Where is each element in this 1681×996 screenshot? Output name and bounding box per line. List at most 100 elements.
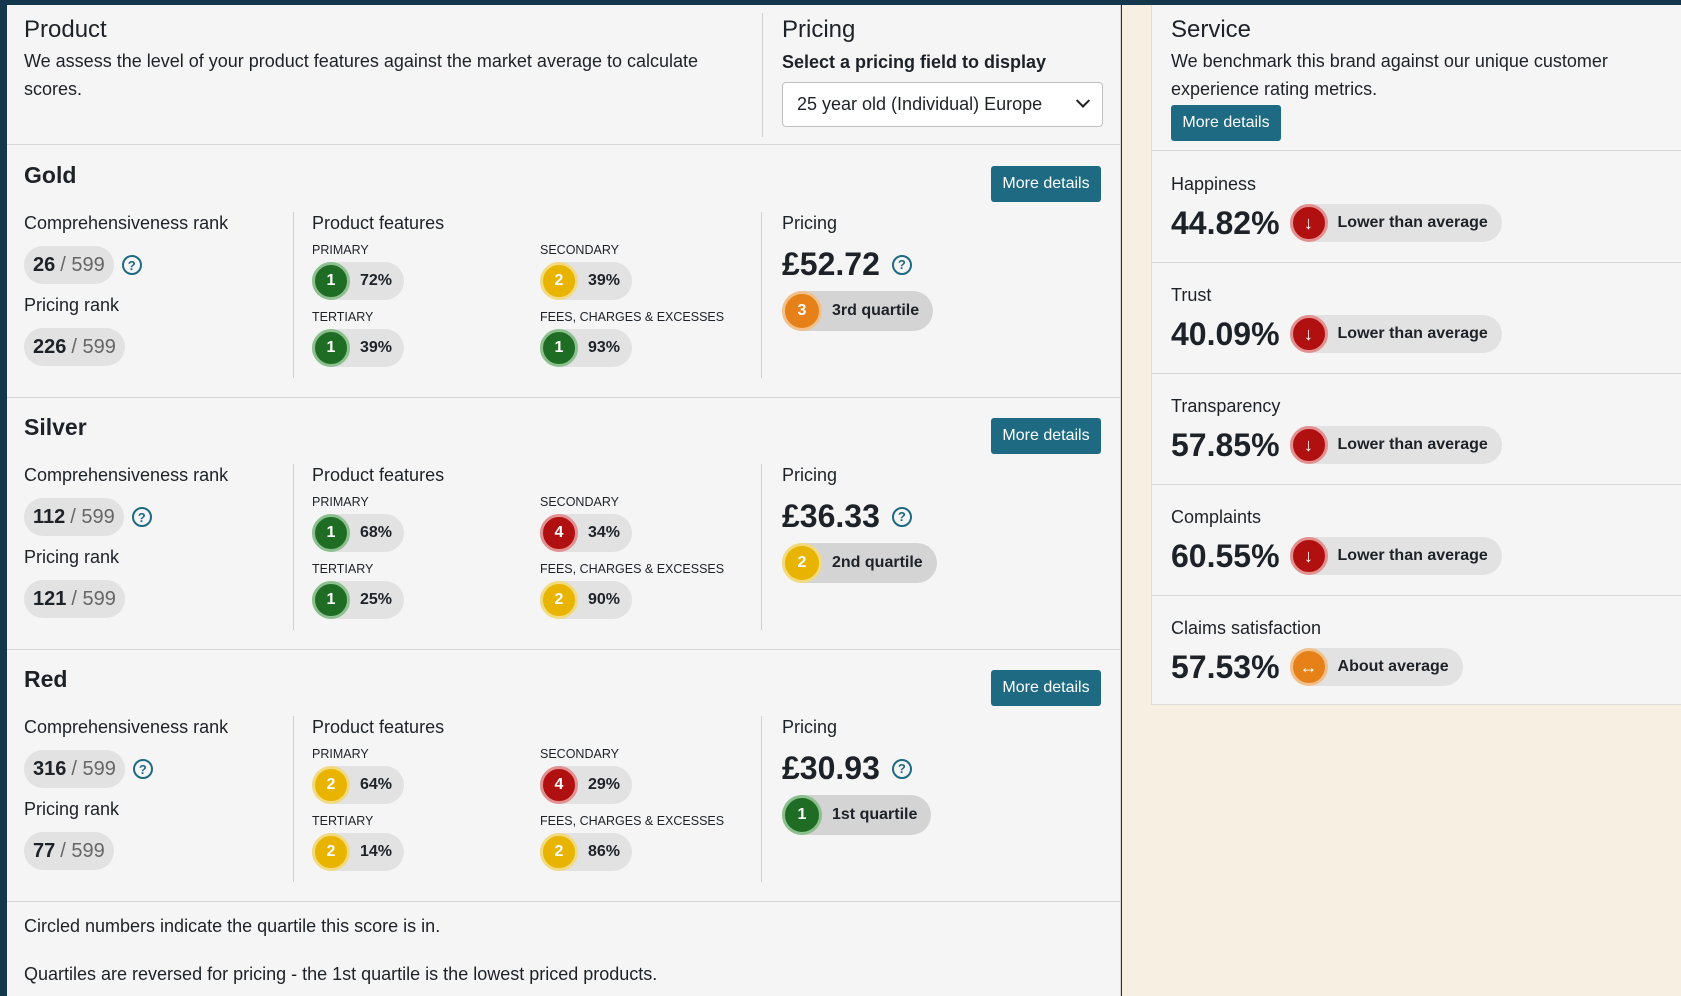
metric-value: 44.82%: [1171, 204, 1280, 241]
metric-value: 40.09%: [1171, 315, 1280, 352]
help-icon[interactable]: ?: [132, 759, 153, 779]
feature-percent: 93%: [588, 339, 621, 356]
quartile-circle: 2: [782, 543, 822, 583]
feature-percent: 90%: [588, 591, 621, 608]
comprehensiveness-rank-label: Comprehensiveness rank: [24, 465, 229, 485]
pricing-rank-total: / 599: [71, 335, 116, 358]
window-frame-left: [0, 0, 7, 996]
metric-status-badge: ↔ About average: [1289, 648, 1463, 686]
metric-label: Trust: [1171, 285, 1212, 305]
quartile-circle: 1: [312, 262, 350, 300]
pricing-rank-total: / 599: [71, 587, 116, 610]
pricing-rank-value: 77: [33, 839, 56, 862]
feature-badge: 4 34%: [540, 514, 633, 552]
pricing-field-select[interactable]: 25 year old (Individual) Europe: [782, 82, 1103, 127]
pricing-label: Pricing: [782, 717, 838, 737]
pricing-rank-label: Pricing rank: [24, 799, 120, 819]
feature-label: PRIMARY: [312, 243, 369, 257]
column-divider: [761, 212, 762, 378]
product-header: Product We assess the level of your prod…: [7, 5, 1121, 145]
service-description: We benchmark this brand against our uniq…: [1171, 51, 1608, 99]
quartile-circle: 3: [782, 291, 822, 331]
feature-tertiary: TERTIARY 1 39%: [312, 309, 532, 367]
more-details-button[interactable]: More details: [991, 418, 1101, 454]
product-title: Product: [24, 16, 107, 43]
price-quartile-badge: 2 2nd quartile: [782, 543, 937, 583]
feature-percent: 14%: [360, 843, 393, 860]
feature-badge: 1 68%: [312, 514, 405, 552]
chevron-down-icon: [1075, 93, 1091, 108]
quartile-circle: 2: [312, 766, 350, 804]
metric-value: 60.55%: [1171, 537, 1280, 574]
metric-status-badge: ↓ Lower than average: [1289, 537, 1502, 575]
quartile-text: 1st quartile: [832, 806, 918, 823]
metric-label: Complaints: [1171, 507, 1262, 527]
metric-status: Lower than average: [1337, 436, 1488, 453]
arrow-down-icon: ↓: [1289, 204, 1328, 242]
price-value: £30.93: [782, 750, 880, 786]
pricing-selector-section: Pricing Select a pricing field to displa…: [782, 15, 1112, 127]
comprehensiveness-rank-total: / 599: [71, 757, 116, 780]
arrow-down-icon: ↓: [1289, 315, 1328, 353]
quartile-circle: 4: [540, 514, 578, 552]
comprehensiveness-rank-total: / 599: [70, 505, 115, 528]
help-icon[interactable]: ?: [891, 506, 912, 527]
comprehensiveness-rank-label: Comprehensiveness rank: [24, 717, 229, 737]
tier-card-red: Red More details Comprehensiveness rank …: [7, 650, 1121, 902]
note-pricing-reversed: Quartiles are reversed for pricing - the…: [24, 964, 658, 984]
tier-name: Gold: [24, 162, 77, 188]
more-details-button[interactable]: More details: [991, 670, 1101, 706]
help-icon[interactable]: ?: [891, 254, 912, 275]
feature-label: FEES, CHARGES & EXCESSES: [540, 562, 725, 576]
feature-secondary: SECONDARY 2 39%: [540, 242, 760, 300]
help-icon[interactable]: ?: [131, 507, 152, 527]
pricing-rank-label: Pricing rank: [24, 547, 120, 567]
note-circled-numbers: Circled numbers indicate the quartile th…: [24, 916, 441, 936]
metric-value: 57.53%: [1171, 648, 1280, 685]
service-panel: Service We benchmark this brand against …: [1151, 5, 1681, 705]
more-details-button[interactable]: More details: [991, 166, 1101, 202]
comprehensiveness-rank-value: 112: [33, 505, 66, 528]
quartile-circle: 1: [312, 329, 350, 367]
pricing-label: Pricing: [782, 465, 838, 485]
arrows-horizontal-icon: ↔: [1289, 648, 1328, 686]
feature-badge: 2 86%: [540, 833, 633, 871]
feature-fees: FEES, CHARGES & EXCESSES 1 93%: [540, 309, 760, 367]
feature-badge: 2 90%: [540, 581, 633, 619]
feature-badge: 2 14%: [312, 833, 405, 871]
feature-badge: 4 29%: [540, 766, 633, 804]
feature-tertiary: TERTIARY 1 25%: [312, 561, 532, 619]
comprehensiveness-rank-pill: 112/ 599: [24, 498, 124, 536]
tier-card-silver: Silver More details Comprehensiveness ra…: [7, 398, 1121, 650]
feature-percent: 68%: [360, 524, 393, 541]
feature-badge: 2 39%: [540, 262, 633, 300]
pricing-rank-value: 226: [33, 335, 67, 358]
feature-tertiary: TERTIARY 2 14%: [312, 813, 532, 871]
quartile-circle: 2: [540, 581, 578, 619]
pricing-rank-pill: 77/ 599: [24, 832, 114, 870]
metric-status-badge: ↓ Lower than average: [1289, 204, 1502, 242]
pricing-rank-pill: 226/ 599: [24, 328, 125, 366]
product-features: Product features PRIMARY 2 64% SECONDARY …: [312, 716, 772, 871]
service-header: Service We benchmark this brand against …: [1152, 5, 1681, 151]
metric-label: Happiness: [1171, 174, 1257, 194]
quartile-text: 3rd quartile: [832, 302, 920, 319]
price-row: £30.93?: [782, 750, 1082, 787]
arrow-down-icon: ↓: [1289, 426, 1328, 464]
help-icon[interactable]: ?: [121, 255, 142, 275]
metric-status: Lower than average: [1337, 325, 1488, 342]
product-features: Product features PRIMARY 1 72% SECONDARY …: [312, 212, 772, 367]
feature-label: PRIMARY: [312, 747, 369, 761]
comprehensiveness-rank-value: 26: [33, 253, 56, 276]
metric-status: About average: [1337, 658, 1449, 675]
pricing-field-selected: 25 year old (Individual) Europe: [797, 94, 1043, 114]
feature-badge: 2 64%: [312, 766, 405, 804]
price-row: £52.72?: [782, 246, 1082, 283]
service-more-details-button[interactable]: More details: [1171, 105, 1281, 141]
column-divider: [761, 716, 762, 882]
metric-status: Lower than average: [1337, 214, 1488, 231]
quartile-circle: 2: [540, 262, 578, 300]
feature-percent: 25%: [360, 591, 393, 608]
help-icon[interactable]: ?: [891, 758, 912, 779]
pricing-select-label: Select a pricing field to display: [782, 52, 1047, 72]
